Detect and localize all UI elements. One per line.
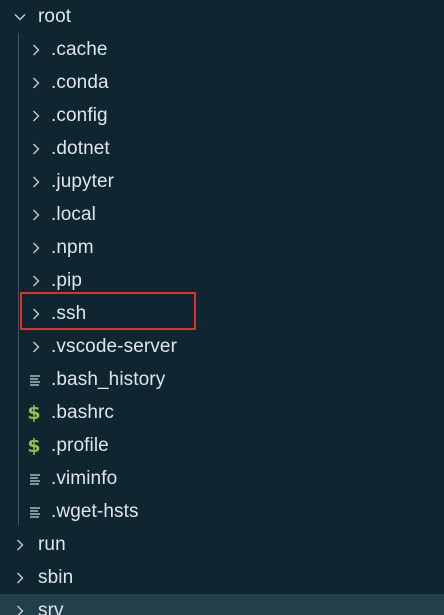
tree-item-label: .local <box>51 204 96 225</box>
tree-item-label: srv <box>38 600 64 615</box>
tree-item-file[interactable]: .viminfo <box>0 462 444 495</box>
chevron-right-icon[interactable] <box>26 66 46 99</box>
tree-item-folder[interactable]: sbin <box>0 561 444 594</box>
tree-item-folder[interactable]: .config <box>0 99 444 132</box>
tree-item-label: .npm <box>51 237 94 258</box>
chevron-right-icon[interactable] <box>26 231 46 264</box>
tree-item-folder[interactable]: run <box>0 528 444 561</box>
tree-item-folder[interactable]: .vscode-server <box>0 330 444 363</box>
chevron-right-icon[interactable] <box>26 132 46 165</box>
tree-item-file[interactable]: $ .profile <box>0 429 444 462</box>
tree-item-label: .conda <box>51 72 109 93</box>
tree-item-folder[interactable]: .local <box>0 198 444 231</box>
tree-item-label: .vscode-server <box>51 336 177 357</box>
tree-item-folder[interactable]: .cache <box>0 33 444 66</box>
tree-item-label: .profile <box>51 435 109 456</box>
tree-item-label: .bash_history <box>51 369 166 390</box>
dollar-file-icon: $ <box>27 401 41 424</box>
chevron-right-icon[interactable] <box>26 198 46 231</box>
tree-item-root[interactable]: root <box>0 0 444 33</box>
chevron-right-icon[interactable] <box>26 165 46 198</box>
chevron-right-icon[interactable] <box>26 99 46 132</box>
chevron-right-icon[interactable] <box>26 33 46 66</box>
text-file-icon <box>25 462 45 495</box>
tree-item-label: .dotnet <box>51 138 110 159</box>
chevron-down-icon[interactable] <box>10 0 30 33</box>
tree-item-folder[interactable]: .dotnet <box>0 132 444 165</box>
tree-item-folder[interactable]: srv <box>0 594 444 615</box>
tree-item-folder[interactable]: .npm <box>0 231 444 264</box>
tree-item-label: .cache <box>51 39 108 60</box>
tree-item-label: .config <box>51 105 108 126</box>
tree-item-label: .viminfo <box>51 468 118 489</box>
tree-item-folder[interactable]: .jupyter <box>0 165 444 198</box>
chevron-right-icon[interactable] <box>10 528 30 561</box>
chevron-right-icon[interactable] <box>26 330 46 363</box>
tree-item-label: sbin <box>38 567 74 588</box>
tree-item-label: .jupyter <box>51 171 115 192</box>
chevron-right-icon[interactable] <box>10 594 30 615</box>
tree-item-file[interactable]: .bash_history <box>0 363 444 396</box>
tree-item-file[interactable]: .wget-hsts <box>0 495 444 528</box>
tree-item-label: .wget-hsts <box>51 501 139 522</box>
tree-item-label: run <box>38 534 66 555</box>
tree-item-file[interactable]: $ .bashrc <box>0 396 444 429</box>
dollar-file-icon: $ <box>27 434 41 457</box>
tree-item-label: .bashrc <box>51 402 115 423</box>
text-file-icon <box>25 495 45 528</box>
text-file-icon <box>25 363 45 396</box>
file-explorer-tree: root .cache .conda .config .dotnet .jupy… <box>0 0 444 615</box>
highlight-annotation-box <box>20 292 196 330</box>
tree-item-folder[interactable]: .conda <box>0 66 444 99</box>
tree-item-label: root <box>38 6 72 27</box>
chevron-right-icon[interactable] <box>10 561 30 594</box>
